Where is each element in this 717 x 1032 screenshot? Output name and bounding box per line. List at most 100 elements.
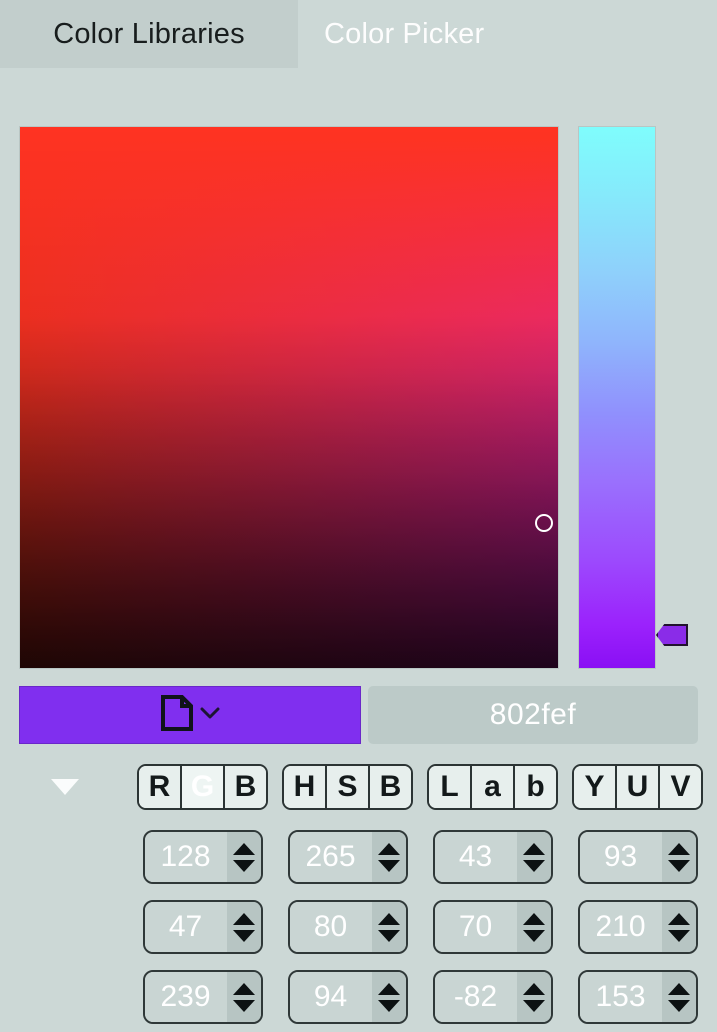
- stepper-rgb-b-value[interactable]: 239: [144, 972, 227, 1022]
- stepper-lab-b-value[interactable]: -82: [434, 972, 517, 1022]
- arrow-up-icon[interactable]: [522, 982, 545, 995]
- stepper-y[interactable]: 93: [577, 830, 698, 884]
- arrow-up-icon[interactable]: [377, 912, 400, 925]
- hex-value-field[interactable]: 802fef: [368, 686, 698, 744]
- row-spacer: [0, 962, 130, 1032]
- stepper-h[interactable]: 265: [287, 830, 408, 884]
- arrow-down-icon[interactable]: [667, 999, 690, 1012]
- segmented-control-yuv: Y U V: [572, 764, 703, 810]
- seg-cell-y[interactable]: Y: [574, 766, 617, 808]
- seg-cell-r[interactable]: R: [139, 766, 182, 808]
- stepper-s-arrows[interactable]: [371, 902, 406, 952]
- seg-cell-lab-b[interactable]: b: [515, 766, 556, 808]
- stepper-g[interactable]: 47: [142, 900, 263, 954]
- stepper-g-arrows[interactable]: [226, 902, 261, 952]
- seg-cell-b[interactable]: B: [225, 766, 266, 808]
- stepper-hsb-b-arrows[interactable]: [371, 972, 406, 1022]
- stepper-r[interactable]: 128: [142, 830, 263, 884]
- stepper-lab-b-arrows[interactable]: [516, 972, 551, 1022]
- arrow-down-icon[interactable]: [667, 859, 690, 872]
- arrow-down-icon[interactable]: [232, 999, 255, 1012]
- arrow-down-icon[interactable]: [232, 859, 255, 872]
- stepper-cell-s: 80: [275, 900, 420, 954]
- arrow-down-icon[interactable]: [377, 999, 400, 1012]
- chevron-down-icon[interactable]: [200, 706, 220, 725]
- triangle-down-icon: [51, 779, 79, 795]
- arrow-up-icon[interactable]: [377, 982, 400, 995]
- arrow-up-icon[interactable]: [232, 982, 255, 995]
- stepper-a[interactable]: 70: [432, 900, 553, 954]
- arrow-up-icon[interactable]: [667, 982, 690, 995]
- arrow-down-icon[interactable]: [522, 929, 545, 942]
- stepper-l[interactable]: 43: [432, 830, 553, 884]
- tab-color-picker[interactable]: Color Picker: [298, 0, 510, 68]
- arrow-up-icon[interactable]: [377, 842, 400, 855]
- saturation-value-gradient-field[interactable]: [19, 126, 559, 669]
- stepper-v-value[interactable]: 153: [579, 972, 662, 1022]
- stepper-u[interactable]: 210: [577, 900, 698, 954]
- value-row-3: 239 94 -82 153: [0, 962, 717, 1032]
- tab-bar: Color Libraries Color Picker: [0, 0, 717, 68]
- current-color-swatch[interactable]: [19, 686, 361, 744]
- hue-slider-handle[interactable]: [656, 624, 688, 646]
- segmented-control-rgb: R G B: [137, 764, 268, 810]
- stepper-u-value[interactable]: 210: [579, 902, 662, 952]
- stepper-cell-h: 265: [275, 830, 420, 884]
- stepper-r-arrows[interactable]: [226, 832, 261, 882]
- arrow-up-icon[interactable]: [232, 912, 255, 925]
- stepper-cell-rgb-b: 239: [130, 970, 275, 1024]
- hue-slider-track[interactable]: [578, 126, 656, 669]
- arrow-down-icon[interactable]: [232, 929, 255, 942]
- arrow-down-icon[interactable]: [667, 929, 690, 942]
- stepper-u-arrows[interactable]: [661, 902, 696, 952]
- seg-cell-g[interactable]: G: [182, 766, 225, 808]
- arrow-down-icon[interactable]: [522, 999, 545, 1012]
- stepper-lab-b[interactable]: -82: [432, 970, 553, 1024]
- tab-color-picker-label: Color Picker: [324, 17, 485, 50]
- arrow-up-icon[interactable]: [522, 842, 545, 855]
- stepper-rgb-b[interactable]: 239: [142, 970, 263, 1024]
- seg-cell-a[interactable]: a: [472, 766, 515, 808]
- gradient-cursor-handle[interactable]: [535, 514, 553, 532]
- seg-cell-v[interactable]: V: [660, 766, 701, 808]
- arrow-up-icon[interactable]: [667, 912, 690, 925]
- stepper-h-value[interactable]: 265: [289, 832, 372, 882]
- stepper-a-arrows[interactable]: [516, 902, 551, 952]
- stepper-cell-g: 47: [130, 900, 275, 954]
- arrow-down-icon[interactable]: [377, 929, 400, 942]
- stepper-hsb-b[interactable]: 94: [287, 970, 408, 1024]
- stepper-y-value[interactable]: 93: [579, 832, 662, 882]
- swatch-row: 802fef: [0, 686, 717, 744]
- stepper-y-arrows[interactable]: [661, 832, 696, 882]
- value-row-2: 47 80 70 210: [0, 892, 717, 962]
- model-lab-labels: L a b: [420, 764, 565, 810]
- collapse-toggle[interactable]: [0, 752, 130, 822]
- stepper-a-value[interactable]: 70: [434, 902, 517, 952]
- arrow-down-icon[interactable]: [522, 859, 545, 872]
- stepper-cell-y: 93: [565, 830, 710, 884]
- stepper-l-arrows[interactable]: [516, 832, 551, 882]
- stepper-g-value[interactable]: 47: [144, 902, 227, 952]
- seg-cell-l[interactable]: L: [429, 766, 472, 808]
- seg-cell-h[interactable]: H: [284, 766, 327, 808]
- stepper-s[interactable]: 80: [287, 900, 408, 954]
- stepper-l-value[interactable]: 43: [434, 832, 517, 882]
- stepper-rgb-b-arrows[interactable]: [226, 972, 261, 1022]
- hex-value-text: 802fef: [489, 698, 577, 731]
- stepper-r-value[interactable]: 128: [144, 832, 227, 882]
- seg-cell-u[interactable]: U: [617, 766, 660, 808]
- tab-color-libraries[interactable]: Color Libraries: [0, 0, 298, 68]
- arrow-up-icon[interactable]: [232, 842, 255, 855]
- segmented-control-lab: L a b: [427, 764, 558, 810]
- row-spacer: [0, 892, 130, 962]
- stepper-v-arrows[interactable]: [661, 972, 696, 1022]
- stepper-h-arrows[interactable]: [371, 832, 406, 882]
- arrow-up-icon[interactable]: [667, 842, 690, 855]
- arrow-down-icon[interactable]: [377, 859, 400, 872]
- arrow-up-icon[interactable]: [522, 912, 545, 925]
- stepper-v[interactable]: 153: [577, 970, 698, 1024]
- seg-cell-hsb-b[interactable]: B: [370, 766, 411, 808]
- stepper-hsb-b-value[interactable]: 94: [289, 972, 372, 1022]
- stepper-s-value[interactable]: 80: [289, 902, 372, 952]
- seg-cell-s[interactable]: S: [327, 766, 370, 808]
